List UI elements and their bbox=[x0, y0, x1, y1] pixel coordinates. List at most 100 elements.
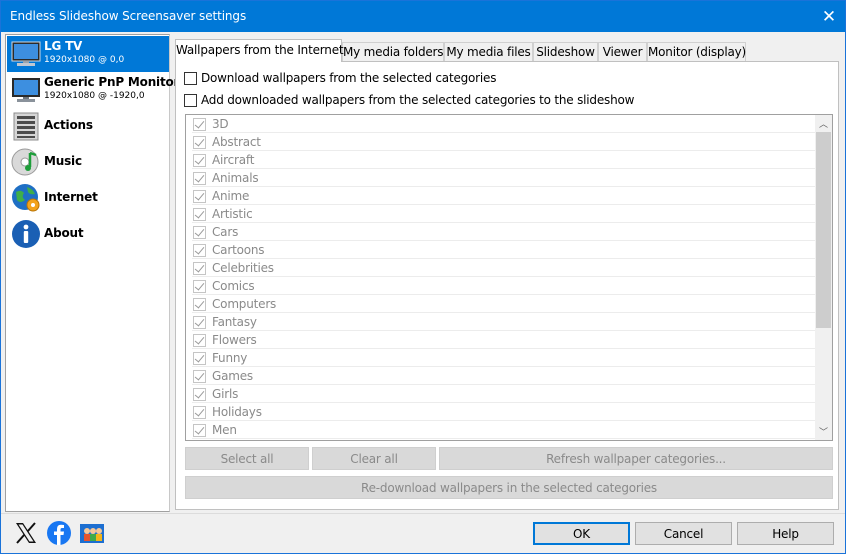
sidebar-item-label: Actions bbox=[44, 118, 93, 132]
x-twitter-icon[interactable] bbox=[13, 520, 39, 546]
category-label: Aircraft bbox=[212, 153, 255, 167]
category-checkbox[interactable] bbox=[193, 387, 206, 401]
category-label: 3D bbox=[212, 117, 229, 131]
help-button[interactable]: Help bbox=[737, 522, 834, 545]
list-item[interactable]: Men bbox=[186, 421, 816, 439]
category-label: Games bbox=[212, 369, 253, 383]
cancel-button[interactable]: Cancel bbox=[635, 522, 732, 545]
list-item[interactable]: Abstract bbox=[186, 133, 816, 151]
list-scrollbar[interactable]: ︿ ﹀ bbox=[815, 115, 832, 440]
category-label: Abstract bbox=[212, 135, 261, 149]
sidebar-item-label: About bbox=[44, 226, 84, 240]
globe-gear-icon bbox=[12, 184, 40, 212]
category-label: Computers bbox=[212, 297, 277, 311]
list-item[interactable]: Anime bbox=[186, 187, 816, 205]
category-checkbox[interactable] bbox=[193, 207, 206, 221]
category-checkbox[interactable] bbox=[193, 405, 206, 419]
list-item[interactable]: Computers bbox=[186, 295, 816, 313]
category-label: Cartoons bbox=[212, 243, 265, 257]
sidebar-item-music[interactable]: Music bbox=[7, 144, 169, 180]
list-item[interactable]: Cars bbox=[186, 223, 816, 241]
category-checkbox[interactable] bbox=[193, 297, 206, 311]
tab-my-media-folders[interactable]: My media folders bbox=[342, 42, 444, 62]
list-item[interactable]: Animals bbox=[186, 169, 816, 187]
ok-button[interactable]: OK bbox=[533, 522, 630, 545]
category-label: Artistic bbox=[212, 207, 253, 221]
add-to-slideshow-checkbox[interactable] bbox=[184, 93, 197, 107]
list-item[interactable]: Holidays bbox=[186, 403, 816, 421]
list-item[interactable]: Games bbox=[186, 367, 816, 385]
list-item[interactable]: Flowers bbox=[186, 331, 816, 349]
category-checkbox[interactable] bbox=[193, 351, 206, 365]
monitor-icon bbox=[12, 78, 40, 102]
download-label: Download wallpapers from the selected ca… bbox=[201, 71, 497, 85]
close-icon[interactable]: ✕ bbox=[813, 1, 845, 32]
info-icon bbox=[12, 220, 40, 248]
sidebar-item-label: Internet bbox=[44, 190, 98, 204]
category-label: Flowers bbox=[212, 333, 257, 347]
list-item[interactable]: Girls bbox=[186, 385, 816, 403]
list-item[interactable]: Aircraft bbox=[186, 151, 816, 169]
community-icon[interactable] bbox=[79, 520, 105, 546]
category-checkbox[interactable] bbox=[193, 153, 206, 167]
scroll-up-icon[interactable]: ︿ bbox=[815, 115, 832, 132]
category-checkbox[interactable] bbox=[193, 225, 206, 239]
list-item[interactable]: Funny bbox=[186, 349, 816, 367]
sidebar-item-lg-tv[interactable]: LG TV 1920x1080 @ 0,0 bbox=[7, 36, 169, 72]
category-checkbox[interactable] bbox=[193, 315, 206, 329]
download-checkbox[interactable] bbox=[184, 71, 197, 85]
download-option[interactable]: Download wallpapers from the selected ca… bbox=[184, 70, 496, 86]
category-checkbox[interactable] bbox=[193, 423, 206, 437]
list-item[interactable]: Celebrities bbox=[186, 259, 816, 277]
add-to-slideshow-option[interactable]: Add downloaded wallpapers from the selec… bbox=[184, 92, 634, 108]
sidebar-item-label: Music bbox=[44, 154, 82, 168]
tab-slideshow[interactable]: Slideshow bbox=[533, 42, 598, 62]
category-checkbox[interactable] bbox=[193, 261, 206, 275]
category-checkbox[interactable] bbox=[193, 117, 206, 131]
category-checkbox[interactable] bbox=[193, 369, 206, 383]
list-item[interactable]: Comics bbox=[186, 277, 816, 295]
category-list[interactable]: Men Holidays Girls Games Funny Flowers Fantasy… bbox=[185, 114, 833, 441]
list-icon bbox=[13, 112, 39, 141]
sidebar-item-resolution: 1920x1080 @ -1920,0 bbox=[44, 91, 145, 101]
sidebar-item-label: Generic PnP Monitor bbox=[44, 75, 180, 89]
category-label: Fantasy bbox=[212, 315, 257, 329]
sidebar-item-label: LG TV bbox=[44, 39, 83, 53]
category-label: Animals bbox=[212, 171, 259, 185]
category-label: Cars bbox=[212, 225, 239, 239]
sidebar-item-actions[interactable]: Actions bbox=[7, 108, 169, 144]
monitor-icon bbox=[11, 41, 41, 66]
category-label: Comics bbox=[212, 279, 255, 293]
wallpapers-panel: Download wallpapers from the selected ca… bbox=[175, 61, 839, 510]
facebook-icon[interactable] bbox=[46, 520, 72, 546]
redownload-button[interactable]: Re-download wallpapers in the selected c… bbox=[185, 476, 833, 499]
category-checkbox[interactable] bbox=[193, 243, 206, 257]
add-to-slideshow-label: Add downloaded wallpapers from the selec… bbox=[201, 93, 635, 107]
select-all-button[interactable]: Select all bbox=[185, 447, 309, 470]
refresh-categories-button[interactable]: Refresh wallpaper categories... bbox=[439, 447, 833, 470]
scroll-thumb[interactable] bbox=[816, 132, 831, 328]
sidebar: LG TV 1920x1080 @ 0,0 Generic PnP Monito… bbox=[5, 34, 179, 512]
tab-my-media-files[interactable]: My media files bbox=[444, 42, 533, 62]
category-checkbox[interactable] bbox=[193, 135, 206, 149]
list-item[interactable]: Cartoons bbox=[186, 241, 816, 259]
category-label: Men bbox=[212, 423, 237, 437]
category-label: Celebrities bbox=[212, 261, 274, 275]
category-label: Holidays bbox=[212, 405, 262, 419]
list-item[interactable]: 3D bbox=[186, 115, 816, 133]
clear-all-button[interactable]: Clear all bbox=[312, 447, 436, 470]
sidebar-item-about[interactable]: About bbox=[7, 216, 169, 252]
title-bar[interactable]: Endless Slideshow Screensaver settings ✕ bbox=[1, 1, 845, 32]
category-checkbox[interactable] bbox=[193, 189, 206, 203]
category-checkbox[interactable] bbox=[193, 333, 206, 347]
sidebar-item-generic-monitor[interactable]: Generic PnP Monitor 1920x1080 @ -1920,0 bbox=[7, 72, 179, 108]
tab-viewer[interactable]: Viewer bbox=[598, 42, 647, 62]
category-checkbox[interactable] bbox=[193, 171, 206, 185]
list-item[interactable]: Artistic bbox=[186, 205, 816, 223]
tab-monitor-display[interactable]: Monitor (display) bbox=[647, 42, 746, 62]
list-item[interactable]: Fantasy bbox=[186, 313, 816, 331]
scroll-down-icon[interactable]: ﹀ bbox=[815, 423, 832, 440]
sidebar-item-internet[interactable]: Internet bbox=[7, 180, 169, 216]
category-checkbox[interactable] bbox=[193, 279, 206, 293]
tab-wallpapers-internet[interactable]: Wallpapers from the Internet bbox=[175, 39, 344, 62]
